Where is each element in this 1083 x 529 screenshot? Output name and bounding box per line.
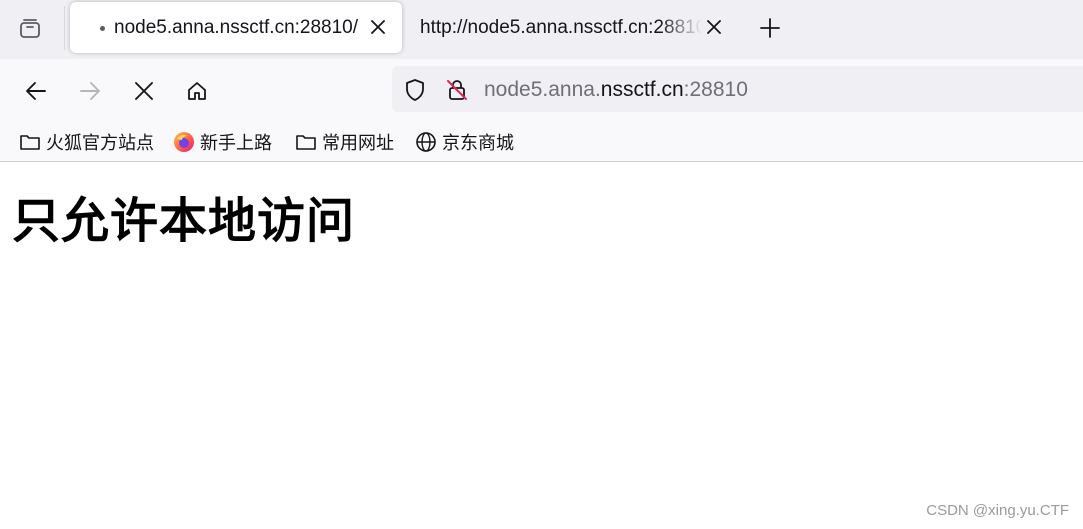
bookmarks-toolbar: 火狐官方站点 新手上路 常用网址 京东商城 [0, 122, 1083, 162]
home-icon [188, 82, 206, 100]
bookmark-item[interactable]: 京东商城 [414, 128, 514, 156]
stop-icon [135, 82, 153, 100]
bookmark-item[interactable]: 新手上路 [172, 128, 272, 156]
new-tab-button[interactable] [752, 10, 788, 46]
back-button[interactable] [18, 73, 54, 109]
page-content: 只允许本地访问 CSDN @xing.yu.CTF [0, 163, 1083, 529]
tab-separator [64, 6, 65, 50]
url-text[interactable]: node5.anna.nssctf.cn:28810 [484, 78, 748, 102]
url-port: :28810 [683, 78, 748, 101]
bookmark-label: 常用网址 [322, 133, 394, 153]
bookmark-item[interactable]: 常用网址 [294, 128, 394, 156]
bookmark-label: 火狐官方站点 [46, 133, 154, 153]
tab-title: node5.anna.nssctf.cn:28810/ [114, 16, 359, 38]
stop-button[interactable] [126, 73, 162, 109]
close-icon [707, 20, 721, 34]
tab-inactive[interactable]: http://node5.anna.nssctf.cn:28810 [410, 2, 732, 53]
arrow-left-icon [26, 82, 46, 100]
site-info-button[interactable] [444, 77, 470, 103]
page-heading: 只允许本地访问 [12, 193, 356, 249]
firefox-view-button[interactable] [12, 10, 48, 46]
plus-icon [760, 18, 780, 38]
folder-icon [294, 130, 318, 154]
close-icon [371, 20, 385, 34]
tracking-protection-button[interactable] [402, 77, 428, 103]
url-domain: nssctf.cn [600, 78, 684, 101]
arrow-right-icon [80, 82, 100, 100]
tab-close-button[interactable] [704, 17, 724, 37]
navigation-toolbar: node5.anna.nssctf.cn:28810 [0, 59, 1083, 122]
globe-icon [414, 130, 438, 154]
bookmark-item[interactable]: 火狐官方站点 [18, 128, 154, 156]
firefox-view-icon [20, 19, 40, 38]
folder-icon [18, 130, 42, 154]
bookmark-label: 新手上路 [200, 133, 272, 153]
firefox-logo-icon [172, 130, 196, 154]
home-button[interactable] [179, 73, 215, 109]
shield-icon [406, 79, 424, 101]
forward-button[interactable] [72, 73, 108, 109]
tab-active[interactable]: node5.anna.nssctf.cn:28810/ [70, 2, 402, 53]
insecure-lock-icon [447, 80, 467, 100]
url-bar[interactable]: node5.anna.nssctf.cn:28810 [392, 66, 1083, 112]
url-subdomain: node5.anna. [484, 78, 601, 101]
bookmark-label: 京东商城 [442, 133, 514, 153]
watermark: CSDN @xing.yu.CTF [926, 502, 1069, 519]
tab-close-button[interactable] [368, 17, 388, 37]
loading-indicator-icon [100, 26, 105, 31]
tab-bar: node5.anna.nssctf.cn:28810/ http://node5… [0, 0, 1083, 59]
tab-title: http://node5.anna.nssctf.cn:28810 [420, 16, 702, 38]
